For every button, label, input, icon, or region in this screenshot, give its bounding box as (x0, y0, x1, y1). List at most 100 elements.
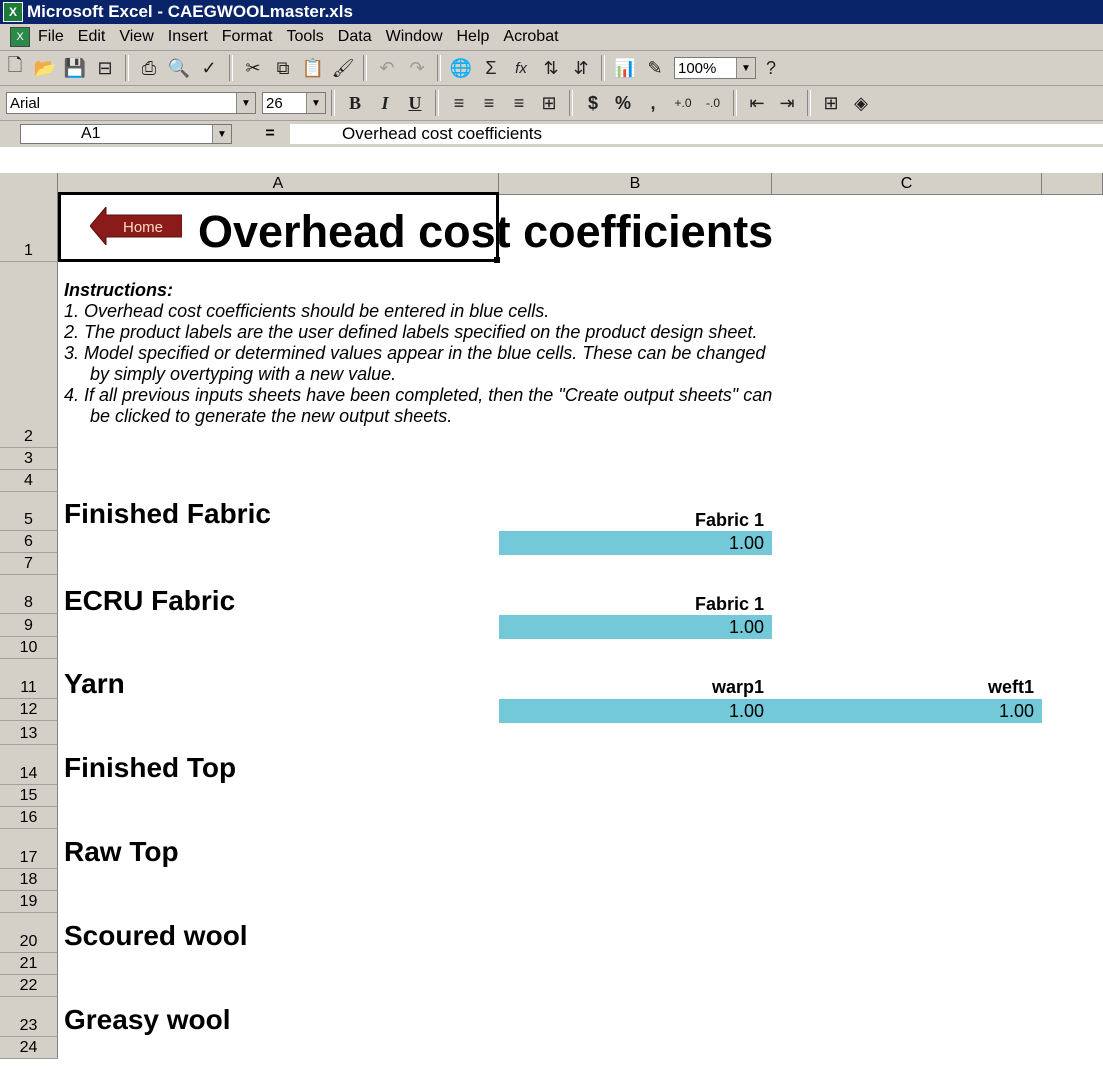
row-header[interactable]: 8 (0, 575, 58, 614)
print-icon[interactable]: ⎙ (136, 55, 162, 81)
fill-color-icon[interactable]: ◈ (848, 90, 874, 116)
row-header[interactable]: 19 (0, 891, 58, 913)
format-painter-icon[interactable]: 🖌 (330, 55, 356, 81)
sort-descending-icon[interactable]: ⇵ (568, 55, 594, 81)
column-header-c[interactable]: C (772, 173, 1042, 195)
open-folder-icon[interactable]: 📂 (32, 55, 58, 81)
row-header[interactable]: 5 (0, 492, 58, 531)
row-header[interactable]: 15 (0, 785, 58, 807)
row-header[interactable]: 18 (0, 869, 58, 891)
percent-icon[interactable]: % (610, 90, 636, 116)
name-box[interactable]: A1 ▼ (20, 124, 232, 144)
row-header[interactable]: 6 (0, 531, 58, 553)
column-header-b[interactable]: B (499, 173, 772, 195)
bold-icon[interactable]: B (342, 90, 368, 116)
formula-bar: A1 ▼ = Overhead cost coefficients (0, 121, 1103, 147)
paste-icon[interactable]: 📋 (300, 55, 326, 81)
copy-icon[interactable]: ⧉ (270, 55, 296, 81)
home-label: Home (123, 219, 163, 236)
menu-acrobat[interactable]: Acrobat (503, 28, 558, 46)
redo-icon[interactable]: ↷ (404, 55, 430, 81)
save-icon[interactable]: 💾 (62, 55, 88, 81)
input-cell[interactable]: 1.00 (499, 615, 772, 639)
equals-button[interactable]: = (250, 125, 290, 143)
decrease-decimal-icon[interactable]: -.0 (700, 90, 726, 116)
workbook-icon[interactable]: X (10, 27, 30, 47)
home-button[interactable]: Home (90, 207, 182, 245)
chevron-down-icon[interactable]: ▼ (212, 125, 231, 143)
row-header[interactable]: 24 (0, 1037, 58, 1059)
menu-window[interactable]: Window (386, 28, 443, 46)
row-header[interactable]: 11 (0, 659, 58, 699)
menu-view[interactable]: View (119, 28, 153, 46)
help-icon[interactable]: ? (758, 55, 784, 81)
input-cell[interactable]: 1.00 (499, 531, 772, 555)
menu-file[interactable]: File (38, 28, 64, 46)
menu-bar: X File Edit View Insert Format Tools Dat… (0, 24, 1103, 51)
new-document-icon[interactable]: 🗋 (2, 55, 28, 81)
row-header[interactable]: 12 (0, 699, 58, 721)
menu-help[interactable]: Help (457, 28, 490, 46)
function-icon[interactable]: fx (508, 55, 534, 81)
row-header[interactable]: 17 (0, 829, 58, 869)
drawing-icon[interactable]: ✎ (642, 55, 668, 81)
row-header[interactable]: 10 (0, 637, 58, 659)
sheet-title: Overhead cost coefficients (198, 206, 774, 257)
row-header[interactable]: 3 (0, 448, 58, 470)
print-preview-icon[interactable]: 🔍 (166, 55, 192, 81)
instructions: Instructions: 1. Overhead cost coefficie… (64, 280, 772, 427)
spelling-icon[interactable]: ✓ (196, 55, 222, 81)
font-size-combo[interactable]: 26 ▼ (262, 92, 326, 114)
chevron-down-icon[interactable]: ▼ (236, 93, 255, 113)
align-right-icon[interactable]: ≡ (506, 90, 532, 116)
chevron-down-icon[interactable]: ▼ (736, 58, 755, 78)
section-raw-top: Raw Top (64, 836, 179, 867)
product-label: weft1 (987, 677, 1034, 697)
row-header[interactable]: 20 (0, 913, 58, 953)
input-cell[interactable]: 1.00 (772, 699, 1042, 723)
instruction-line: 1. Overhead cost coefficients should be … (64, 301, 550, 321)
borders-icon[interactable]: ⊞ (818, 90, 844, 116)
row-header[interactable]: 7 (0, 553, 58, 575)
chart-wizard-icon[interactable]: 📊 (612, 55, 638, 81)
hyperlink-icon[interactable]: 🌐 (448, 55, 474, 81)
row-header[interactable]: 16 (0, 807, 58, 829)
section-scoured-wool: Scoured wool (64, 920, 248, 951)
menu-data[interactable]: Data (338, 28, 372, 46)
italic-icon[interactable]: I (372, 90, 398, 116)
zoom-value: 100% (678, 59, 717, 77)
input-cell[interactable]: 1.00 (499, 699, 772, 723)
row-header[interactable]: 13 (0, 721, 58, 745)
underline-icon[interactable]: U (402, 90, 428, 116)
row-header[interactable]: 9 (0, 614, 58, 637)
menu-tools[interactable]: Tools (286, 28, 323, 46)
menu-insert[interactable]: Insert (168, 28, 208, 46)
decrease-indent-icon[interactable]: ⇤ (744, 90, 770, 116)
sort-ascending-icon[interactable]: ⇅ (538, 55, 564, 81)
align-center-icon[interactable]: ≡ (476, 90, 502, 116)
merge-center-icon[interactable]: ⊞ (536, 90, 562, 116)
currency-icon[interactable]: $ (580, 90, 606, 116)
menu-edit[interactable]: Edit (78, 28, 106, 46)
row-header[interactable]: 21 (0, 953, 58, 975)
row-header[interactable]: 1 (0, 192, 58, 262)
menu-format[interactable]: Format (222, 28, 273, 46)
align-left-icon[interactable]: ≡ (446, 90, 472, 116)
undo-icon[interactable]: ↶ (374, 55, 400, 81)
save-web-icon[interactable]: ⊟ (92, 55, 118, 81)
comma-icon[interactable]: , (640, 90, 666, 116)
column-header-d[interactable] (1042, 173, 1103, 195)
row-header[interactable]: 14 (0, 745, 58, 785)
row-header[interactable]: 2 (0, 262, 58, 448)
chevron-down-icon[interactable]: ▼ (306, 93, 325, 113)
increase-indent-icon[interactable]: ⇥ (774, 90, 800, 116)
formula-input[interactable]: Overhead cost coefficients (290, 124, 1103, 144)
increase-decimal-icon[interactable]: +.0 (670, 90, 696, 116)
row-header[interactable]: 22 (0, 975, 58, 997)
font-combo[interactable]: Arial ▼ (6, 92, 256, 114)
zoom-combo[interactable]: 100% ▼ (674, 57, 756, 79)
autosum-icon[interactable]: Σ (478, 55, 504, 81)
cut-icon[interactable]: ✂ (240, 55, 266, 81)
row-header[interactable]: 4 (0, 470, 58, 492)
row-header[interactable]: 23 (0, 997, 58, 1037)
